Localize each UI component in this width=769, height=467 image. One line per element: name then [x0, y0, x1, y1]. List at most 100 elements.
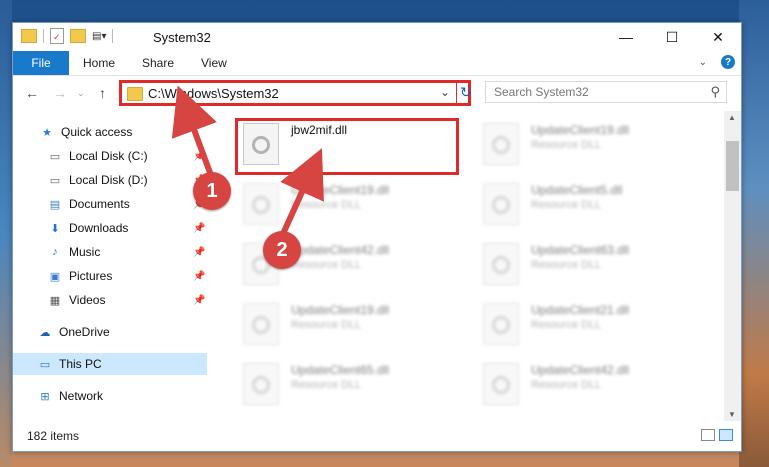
up-button[interactable]: ↑: [99, 85, 106, 101]
navigation-bar: ← → ⌄ ↑ C:\Windows\System32 ⌄ ↻ Search S…: [13, 76, 741, 110]
search-placeholder[interactable]: Search System32: [494, 85, 589, 99]
sidebar-item-quick-access[interactable]: ★ Quick access: [13, 121, 207, 143]
file-name: UpdateClient63.dll: [531, 243, 630, 257]
desktop-background-left: [0, 0, 12, 467]
close-button[interactable]: ✕: [695, 23, 741, 51]
file-type: Resource DLL: [531, 139, 602, 151]
refresh-icon[interactable]: ↻: [460, 84, 472, 101]
drive-icon: ▭: [49, 174, 61, 187]
sidebar-item-network[interactable]: ⊞ Network: [13, 385, 207, 407]
back-button[interactable]: ←: [25, 85, 39, 101]
document-icon: ▤: [49, 198, 61, 211]
forward-button[interactable]: →: [53, 85, 67, 101]
maximize-button[interactable]: ☐: [649, 23, 695, 51]
file-type: Resource DLL: [531, 319, 602, 331]
file-item[interactable]: UpdateClient65.dll Resource DLL: [243, 359, 473, 409]
dll-file-icon: [243, 183, 279, 225]
network-icon: ⊞: [40, 390, 50, 403]
sidebar-item-documents[interactable]: ▤ Documents 📌: [13, 193, 207, 215]
dll-file-icon: [483, 363, 519, 405]
sidebar-item-label: Music: [69, 245, 101, 259]
picture-icon: ▣: [49, 270, 61, 283]
dll-file-icon: [483, 123, 519, 165]
dll-file-icon: [243, 363, 279, 405]
desktop-background-right: [739, 0, 769, 467]
sidebar-item-label: Local Disk (C:): [69, 149, 148, 163]
file-item[interactable]: UpdateClient5.dll Resource DLL: [483, 179, 713, 229]
folder-icon: [127, 87, 143, 101]
pin-icon: 📌: [193, 222, 206, 234]
sidebar-item-videos[interactable]: ▦ Videos 📌: [13, 289, 207, 311]
customize-toolbar-icon[interactable]: ▤▾: [92, 31, 106, 42]
file-name: UpdateClient19.dll: [531, 123, 630, 137]
file-item[interactable]: UpdateClient19.dll Resource DLL: [483, 119, 713, 169]
file-name: UpdateClient42.dll: [291, 243, 390, 257]
sidebar-item-this-pc[interactable]: ▭ This PC: [13, 353, 207, 375]
scroll-thumb[interactable]: [726, 141, 739, 191]
file-name: UpdateClient65.dll: [291, 363, 390, 377]
scroll-up-icon[interactable]: ▲: [728, 113, 736, 122]
file-name: UpdateClient19.dll: [291, 303, 390, 317]
properties-icon[interactable]: ✓: [50, 28, 64, 44]
vertical-scrollbar[interactable]: ▲ ▼: [724, 111, 741, 421]
sidebar-item-downloads[interactable]: ⬇ Downloads 📌: [13, 217, 207, 239]
pin-icon: 📌: [193, 246, 206, 258]
sidebar-item-label: Downloads: [69, 221, 129, 235]
search-icon[interactable]: ⚲: [710, 84, 720, 100]
toolbar-separator: [43, 29, 44, 43]
sidebar-item-label: This PC: [59, 357, 102, 371]
file-item[interactable]: UpdateClient42.dll Resource DLL: [483, 359, 713, 409]
scroll-down-icon[interactable]: ▼: [728, 410, 736, 419]
step-marker-1: 1: [193, 172, 231, 210]
sidebar-item-label: Pictures: [69, 269, 113, 283]
recent-locations-icon[interactable]: ⌄: [77, 88, 85, 99]
sidebar-item-label: OneDrive: [59, 325, 110, 339]
address-path[interactable]: C:\Windows\System32: [148, 86, 279, 101]
new-folder-icon[interactable]: [70, 29, 86, 43]
search-box[interactable]: Search System32 ⚲: [485, 81, 727, 103]
item-count: 182 items: [27, 429, 80, 443]
sidebar-item-label: Network: [59, 389, 104, 403]
view-switcher: [701, 429, 733, 441]
file-item[interactable]: UpdateClient19.dll Resource DLL: [243, 179, 473, 229]
file-type: Resource DLL: [531, 199, 602, 211]
sidebar-item-local-disk-c[interactable]: ▭ Local Disk (C:) 📌: [13, 145, 207, 167]
file-name: UpdateClient42.dll: [531, 363, 630, 377]
file-item[interactable]: UpdateClient19.dll Resource DLL: [243, 299, 473, 349]
quick-access-toolbar: ✓ ▤▾: [21, 28, 114, 44]
details-view-icon[interactable]: [701, 429, 715, 441]
file-type: Resource DLL: [291, 379, 362, 391]
large-icons-view-icon[interactable]: [719, 429, 733, 441]
tab-view[interactable]: View: [201, 51, 227, 75]
star-icon: ★: [42, 126, 52, 139]
pin-icon: 📌: [193, 294, 206, 306]
tab-home[interactable]: Home: [83, 51, 115, 75]
drive-icon: ▭: [49, 150, 61, 163]
pin-icon: 📌: [193, 270, 206, 282]
tab-file[interactable]: File: [13, 51, 69, 75]
pin-icon: 📌: [193, 150, 206, 162]
sidebar-item-music[interactable]: ♪ Music 📌: [13, 241, 207, 263]
file-type: Resource DLL: [291, 199, 362, 211]
expand-ribbon-icon[interactable]: ⌄: [699, 57, 707, 68]
file-item[interactable]: UpdateClient63.dll Resource DLL: [483, 239, 713, 289]
help-icon[interactable]: ?: [721, 55, 735, 69]
address-dropdown-icon[interactable]: ⌄: [440, 85, 450, 99]
navigation-pane: ★ Quick access ▭ Local Disk (C:) 📌 ▭ Loc…: [13, 115, 207, 415]
address-separator: [456, 83, 457, 103]
folder-icon: [21, 29, 37, 43]
ribbon-tabs: File Home Share View ⌄ ?: [13, 51, 741, 76]
sidebar-item-local-disk-d[interactable]: ▭ Local Disk (D:) 📌: [13, 169, 207, 191]
tab-share[interactable]: Share: [142, 51, 174, 75]
file-name: UpdateClient19.dll: [291, 183, 390, 197]
sidebar-item-pictures[interactable]: ▣ Pictures 📌: [13, 265, 207, 287]
file-item[interactable]: UpdateClient21.dll Resource DLL: [483, 299, 713, 349]
dll-file-icon: [243, 303, 279, 345]
sidebar-item-onedrive[interactable]: ☁ OneDrive: [13, 321, 207, 343]
minimize-button[interactable]: —: [603, 23, 649, 51]
sidebar-item-label: Documents: [69, 197, 130, 211]
address-bar[interactable]: C:\Windows\System32 ⌄ ↻: [119, 80, 472, 106]
download-icon: ⬇: [50, 222, 60, 235]
file-type: Resource DLL: [531, 379, 602, 391]
ribbon-controls: ⌄ ?: [699, 55, 735, 69]
